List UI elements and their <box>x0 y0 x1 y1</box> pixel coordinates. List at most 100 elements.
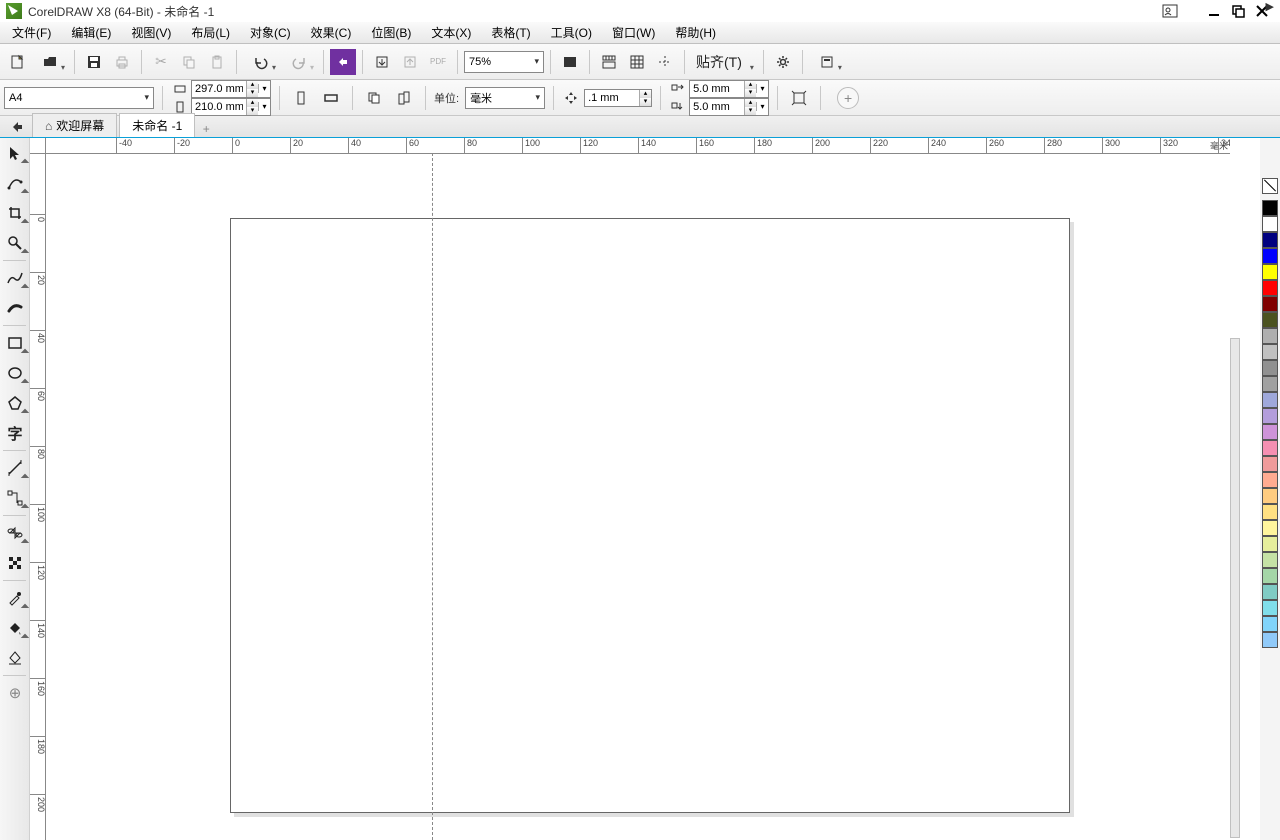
page-width-input[interactable]: ▴▾▾ <box>191 80 271 98</box>
options-button[interactable] <box>770 49 796 75</box>
duplicate-y-input[interactable]: ▴▾▾ <box>689 98 769 116</box>
rectangle-tool[interactable] <box>0 328 30 358</box>
page-size-dropdown[interactable]: A4 <box>4 87 154 109</box>
shape-tool[interactable] <box>0 168 30 198</box>
menu-object[interactable]: 对象(C) <box>240 22 301 43</box>
color-swatch[interactable] <box>1262 488 1278 504</box>
menu-view[interactable]: 视图(V) <box>121 22 181 43</box>
fullscreen-preview-button[interactable] <box>557 49 583 75</box>
menu-layout[interactable]: 布局(L) <box>181 22 240 43</box>
paste-button[interactable] <box>204 49 230 75</box>
menu-table[interactable]: 表格(T) <box>481 22 540 43</box>
redo-button[interactable] <box>281 49 317 75</box>
import-button[interactable] <box>369 49 395 75</box>
color-swatch[interactable] <box>1262 360 1278 376</box>
no-color-swatch[interactable] <box>1262 178 1278 194</box>
menu-help[interactable]: 帮助(H) <box>665 22 726 43</box>
polygon-tool[interactable] <box>0 388 30 418</box>
new-button[interactable] <box>4 49 30 75</box>
zoom-tool[interactable] <box>0 228 30 258</box>
color-swatch[interactable] <box>1262 568 1278 584</box>
menu-text[interactable]: 文本(X) <box>421 22 481 43</box>
account-icon[interactable] <box>1158 2 1182 20</box>
app-launcher-button[interactable] <box>809 49 845 75</box>
menu-effects[interactable]: 效果(C) <box>301 22 362 43</box>
page-height-input[interactable]: ▴▾▾ <box>191 98 271 116</box>
color-swatch[interactable] <box>1262 504 1278 520</box>
color-swatch[interactable] <box>1262 200 1278 216</box>
add-property-button[interactable]: + <box>837 87 859 109</box>
menu-file[interactable]: 文件(F) <box>2 22 61 43</box>
color-swatch[interactable] <box>1262 552 1278 568</box>
open-button[interactable] <box>32 49 68 75</box>
color-swatch[interactable] <box>1262 456 1278 472</box>
undo-button[interactable] <box>243 49 279 75</box>
color-swatch[interactable] <box>1262 584 1278 600</box>
ellipse-tool[interactable] <box>0 358 30 388</box>
toolbox-add-button[interactable]: ⊕ <box>0 678 30 708</box>
color-swatch[interactable] <box>1262 424 1278 440</box>
menu-window[interactable]: 窗口(W) <box>602 22 665 43</box>
tab-document-1[interactable]: 未命名 -1 <box>119 113 195 137</box>
treat-as-filled-button[interactable] <box>786 85 812 111</box>
color-swatch[interactable] <box>1262 440 1278 456</box>
copy-button[interactable] <box>176 49 202 75</box>
print-button[interactable] <box>109 49 135 75</box>
landscape-button[interactable] <box>318 85 344 111</box>
publish-pdf-button[interactable]: PDF <box>425 49 451 75</box>
color-swatch[interactable] <box>1262 632 1278 648</box>
color-swatch[interactable] <box>1262 264 1278 280</box>
ruler-origin[interactable] <box>30 138 46 154</box>
menu-bitmap[interactable]: 位图(B) <box>361 22 421 43</box>
cut-button[interactable]: ✂ <box>148 49 174 75</box>
portrait-button[interactable] <box>288 85 314 111</box>
eyedropper-tool[interactable] <box>0 583 30 613</box>
ruler-horizontal[interactable]: 毫米 -40-200204060801001201401601802002202… <box>46 138 1230 154</box>
show-guidelines-button[interactable] <box>652 49 678 75</box>
color-swatch[interactable] <box>1262 616 1278 632</box>
freehand-tool[interactable] <box>0 263 30 293</box>
tab-add-button[interactable]: + <box>197 121 215 137</box>
guideline-vertical[interactable] <box>432 138 433 840</box>
tab-nav-arrow-icon[interactable] <box>6 117 28 137</box>
color-swatch[interactable] <box>1262 344 1278 360</box>
connector-tool[interactable] <box>0 483 30 513</box>
maximize-button[interactable] <box>1226 2 1250 20</box>
menu-tools[interactable]: 工具(O) <box>541 22 602 43</box>
transparency-tool[interactable] <box>0 548 30 578</box>
show-grid-button[interactable] <box>624 49 650 75</box>
color-swatch[interactable] <box>1262 600 1278 616</box>
color-swatch[interactable] <box>1262 520 1278 536</box>
color-swatch[interactable] <box>1262 296 1278 312</box>
color-swatch[interactable] <box>1262 232 1278 248</box>
crop-tool[interactable] <box>0 198 30 228</box>
drop-shadow-tool[interactable] <box>0 518 30 548</box>
zoom-dropdown[interactable]: 75% <box>464 51 544 73</box>
color-swatch[interactable] <box>1262 536 1278 552</box>
tab-scroll-right-icon[interactable]: ▶ <box>1266 0 1274 13</box>
show-rulers-button[interactable] <box>596 49 622 75</box>
color-swatch[interactable] <box>1262 408 1278 424</box>
text-tool[interactable]: 字 <box>0 418 30 448</box>
color-swatch[interactable] <box>1262 216 1278 232</box>
interactive-fill-tool[interactable] <box>0 613 30 643</box>
docker-drag-handle[interactable] <box>1230 338 1240 838</box>
color-swatch[interactable] <box>1262 328 1278 344</box>
snap-to-button[interactable]: 贴齐(T) <box>691 49 757 75</box>
color-swatch[interactable] <box>1262 376 1278 392</box>
tab-welcome[interactable]: ⌂ 欢迎屏幕 <box>32 113 117 137</box>
menu-edit[interactable]: 编辑(E) <box>61 22 121 43</box>
all-pages-button[interactable] <box>361 85 387 111</box>
canvas-area[interactable]: 毫米 -40-200204060801001201401601802002202… <box>30 138 1260 840</box>
nudge-distance-input[interactable]: ▴▾ <box>584 89 652 107</box>
current-page-button[interactable] <box>391 85 417 111</box>
minimize-button[interactable] <box>1202 2 1226 20</box>
save-button[interactable] <box>81 49 107 75</box>
artistic-media-tool[interactable] <box>0 293 30 323</box>
ruler-vertical[interactable]: 020406080100120140160180200220 <box>30 154 46 840</box>
duplicate-x-input[interactable]: ▴▾▾ <box>689 80 769 98</box>
search-content-button[interactable] <box>330 49 356 75</box>
color-swatch[interactable] <box>1262 280 1278 296</box>
smart-fill-tool[interactable] <box>0 643 30 673</box>
parallel-dimension-tool[interactable] <box>0 453 30 483</box>
